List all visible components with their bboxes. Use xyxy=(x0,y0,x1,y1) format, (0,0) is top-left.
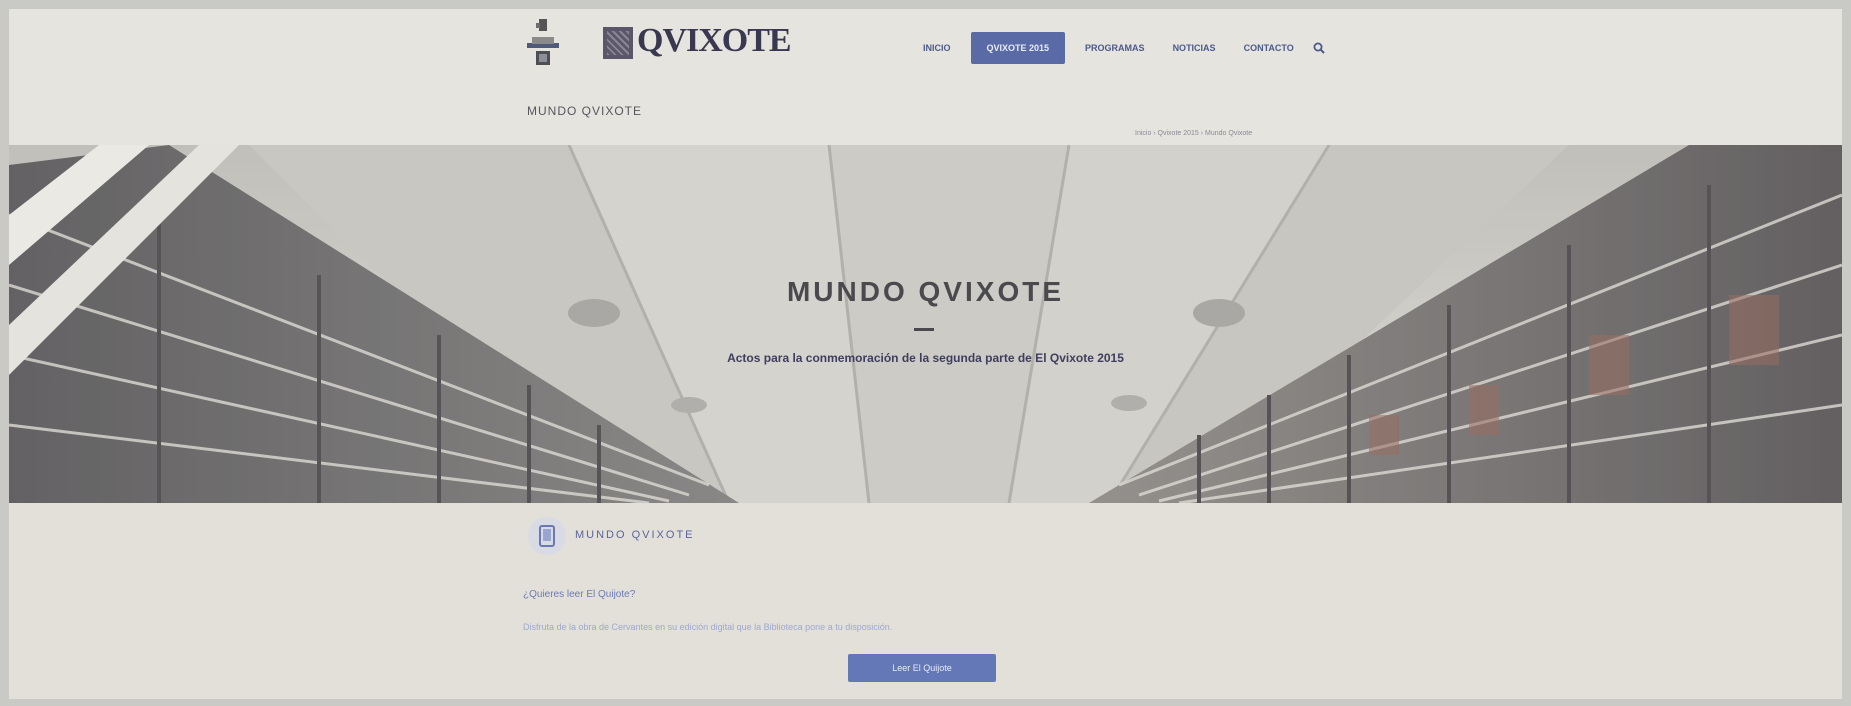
page-title: MUNDO QVIXOTE xyxy=(527,104,643,118)
browser-page: QVIXOTE INICIO QVIXOTE 2015 PROGRAMAS NO… xyxy=(9,9,1842,699)
coat-of-arms-logo[interactable] xyxy=(524,17,562,69)
qvixote-logo[interactable]: QVIXOTE xyxy=(603,23,792,65)
hero-title: MUNDO QVIXOTE xyxy=(786,276,1064,307)
nav-item-programas[interactable]: PROGRAMAS xyxy=(1071,32,1159,64)
nav-item-contacto[interactable]: CONTACTO xyxy=(1230,32,1308,64)
main-navigation: INICIO QVIXOTE 2015 PROGRAMAS NOTICIAS C… xyxy=(909,32,1330,64)
nav-item-qvixote-2015[interactable]: QVIXOTE 2015 xyxy=(970,32,1066,64)
library-hall-image xyxy=(9,145,1842,503)
hero-banner: MUNDO QVIXOTE Actos para la conmemoració… xyxy=(9,145,1842,503)
search-icon[interactable] xyxy=(1308,32,1330,64)
section-description: Disfruta de la obra de Cervantes en su e… xyxy=(523,622,893,632)
read-quijote-button[interactable]: Leer El Quijote xyxy=(848,654,996,682)
brand-name: QVIXOTE xyxy=(637,22,792,59)
read-quijote-link[interactable]: ¿Quieres leer El Quijote? xyxy=(523,589,635,600)
title-divider xyxy=(914,328,934,331)
tablet-icon xyxy=(528,517,566,555)
breadcrumb[interactable]: Inicio › Qvixote 2015 › Mundo Qvixote xyxy=(1135,130,1252,137)
nav-item-noticias[interactable]: NOTICIAS xyxy=(1159,32,1230,64)
content-section: MUNDO QVIXOTE ¿Quieres leer El Quijote? … xyxy=(9,503,1842,699)
nav-item-inicio[interactable]: INICIO xyxy=(909,32,965,64)
site-header: QVIXOTE INICIO QVIXOTE 2015 PROGRAMAS NO… xyxy=(9,9,1842,145)
logo-pattern-icon xyxy=(603,27,633,59)
hero-subtitle: Actos para la conmemoración de la segund… xyxy=(727,351,1124,365)
section-title: MUNDO QVIXOTE xyxy=(575,529,695,541)
